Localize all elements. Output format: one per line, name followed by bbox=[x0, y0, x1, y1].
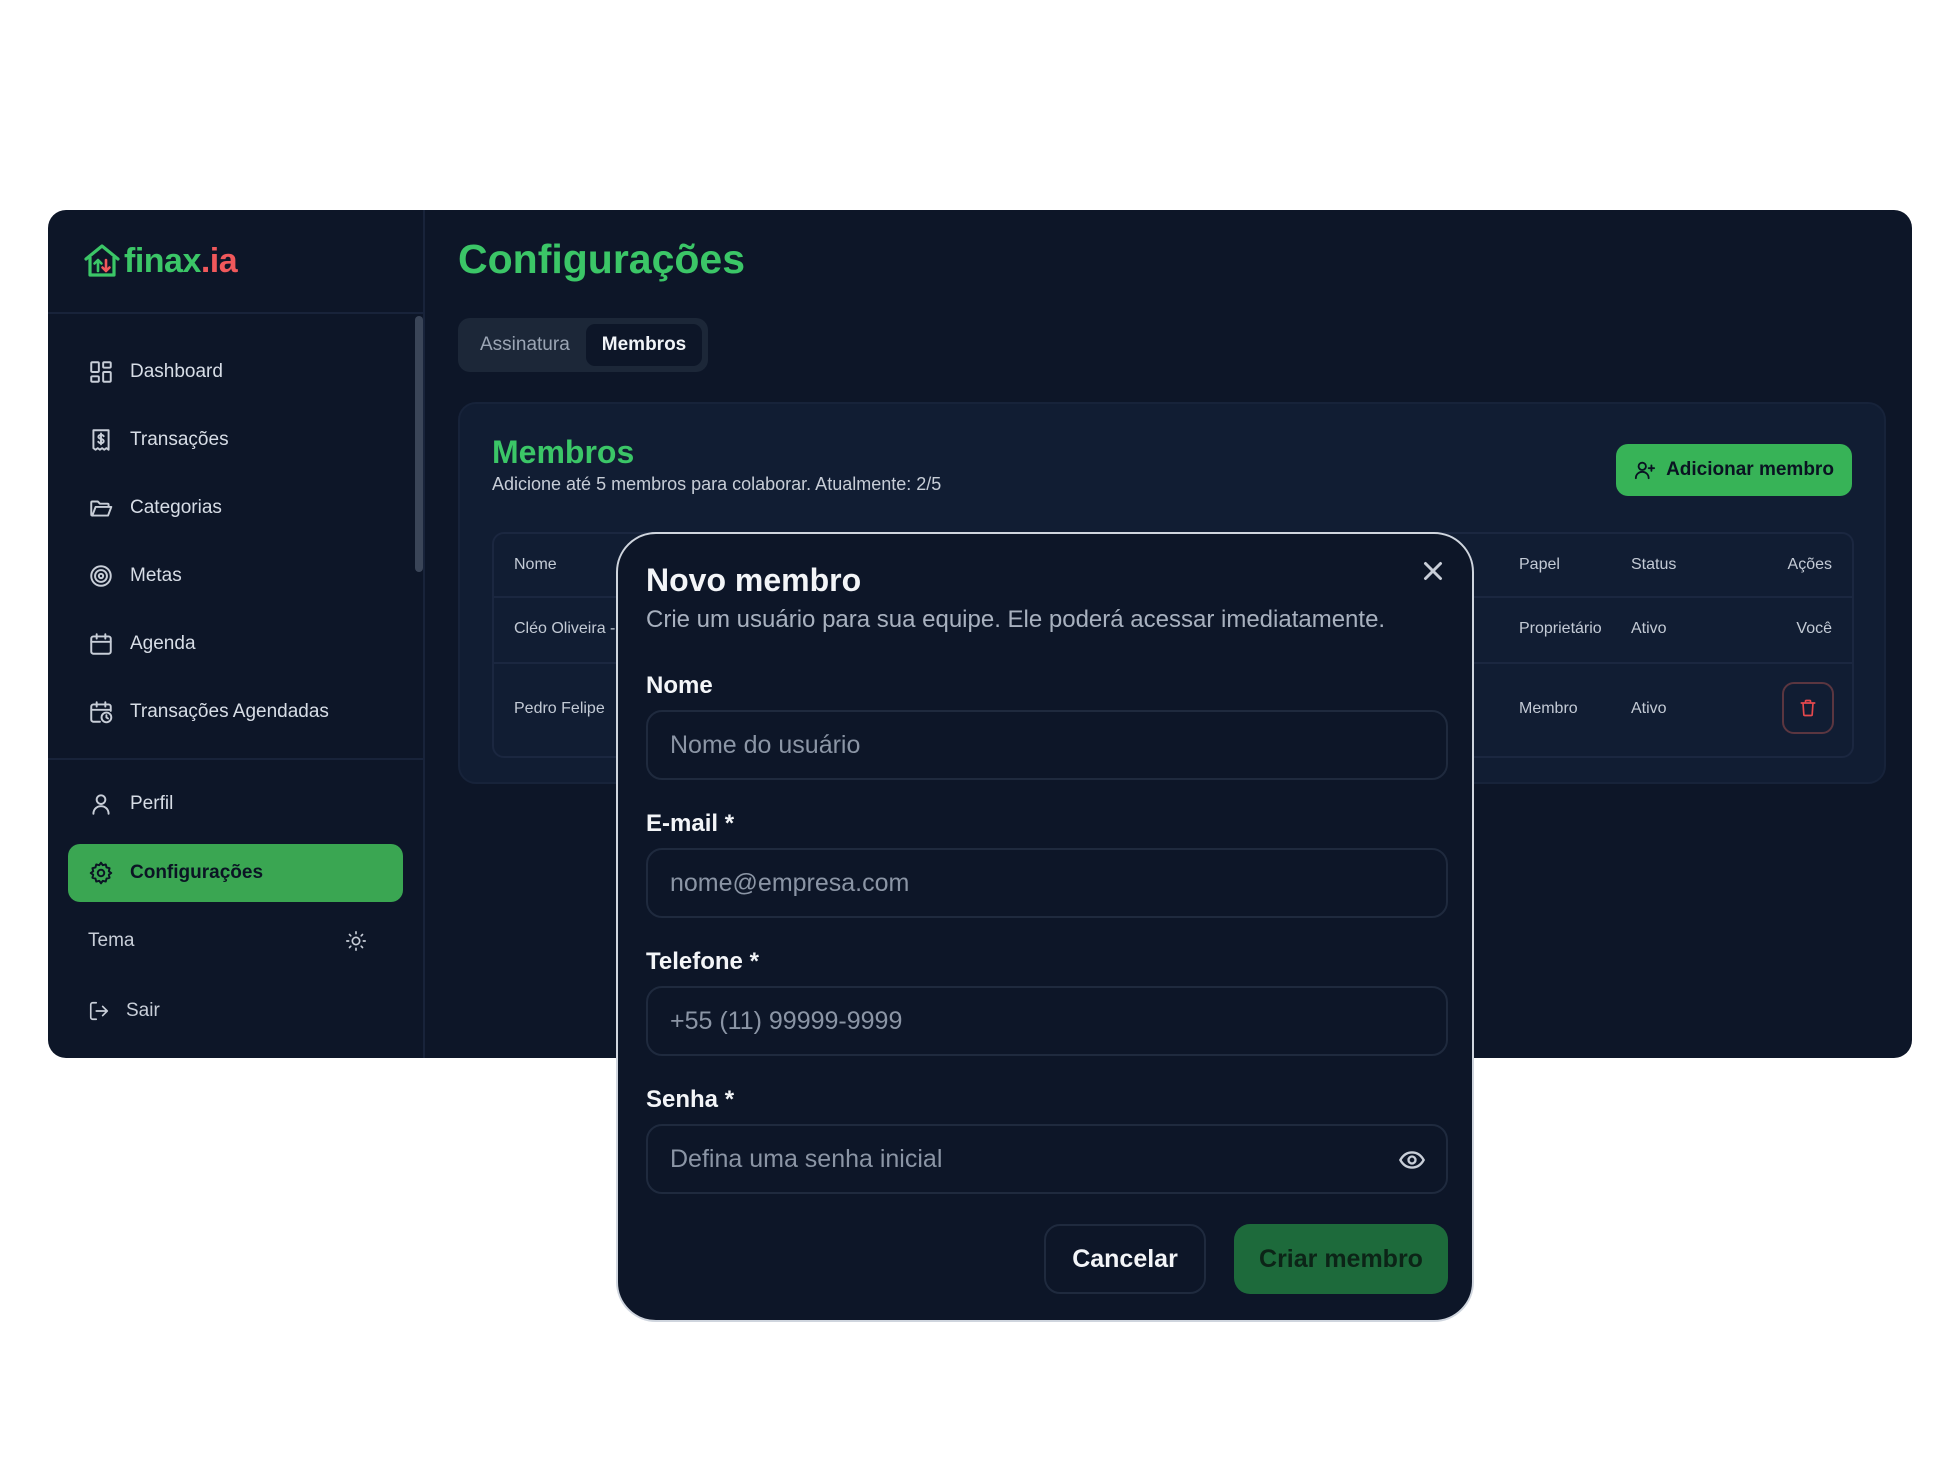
sidebar-item-label: Transações Agendadas bbox=[130, 701, 329, 722]
calendar-icon bbox=[90, 633, 112, 655]
dollar-receipt-icon bbox=[92, 429, 110, 451]
member-name: Pedro Felipe bbox=[514, 700, 605, 717]
name-field-label: Nome bbox=[646, 672, 713, 699]
column-header-status: Status bbox=[1631, 556, 1677, 573]
trash-icon bbox=[1800, 699, 1816, 717]
phone-input-placeholder: +55 (11) 99999-9999 bbox=[670, 1006, 903, 1035]
create-member-button[interactable]: Criar membro bbox=[1234, 1224, 1448, 1294]
logout-label: Sair bbox=[126, 1000, 160, 1021]
close-icon[interactable] bbox=[1418, 556, 1448, 586]
target-icon bbox=[90, 565, 112, 587]
tab-assinatura[interactable]: Assinatura bbox=[464, 324, 586, 366]
folder-icon bbox=[90, 500, 113, 517]
eye-icon[interactable] bbox=[1398, 1146, 1426, 1174]
add-member-button[interactable]: Adicionar membro bbox=[1616, 444, 1852, 496]
user-icon bbox=[92, 794, 110, 815]
sidebar-item-label: Configurações bbox=[130, 862, 264, 883]
settings-tabs: Assinatura Membros bbox=[458, 318, 709, 372]
brand-name: finax.ia bbox=[124, 241, 238, 281]
password-field-label: Senha * bbox=[646, 1086, 735, 1113]
brand-logo[interactable]: finax.ia bbox=[48, 210, 423, 314]
sidebar-item-agenda[interactable]: Agenda bbox=[48, 610, 423, 678]
theme-row: Tema bbox=[48, 906, 423, 976]
logout-icon bbox=[89, 1001, 109, 1021]
member-status: Ativo bbox=[1631, 620, 1667, 637]
sidebar-item-label: Categorias bbox=[130, 497, 222, 518]
column-header-actions: Ações bbox=[1787, 556, 1832, 573]
sidebar-item-perfil[interactable]: Perfil bbox=[48, 770, 423, 838]
member-name: Cléo Oliveira - bbox=[514, 620, 616, 637]
member-role: Proprietário bbox=[1519, 620, 1602, 637]
calendar-clock-icon bbox=[90, 701, 113, 724]
sidebar-item-configuracoes[interactable]: Configurações bbox=[68, 844, 403, 902]
sidebar-item-transacoes[interactable]: Transações bbox=[48, 406, 423, 474]
sidebar-divider bbox=[48, 758, 423, 760]
add-member-label: Adicionar membro bbox=[1666, 459, 1834, 480]
sidebar-nav: Dashboard Transações Categorias Metas Ag… bbox=[48, 314, 423, 1046]
password-input[interactable]: Defina uma senha inicial bbox=[646, 1124, 1448, 1194]
members-subtitle: Adicione até 5 membros para colaborar. A… bbox=[492, 474, 942, 494]
delete-member-button[interactable] bbox=[1782, 682, 1834, 734]
sidebar-item-label: Agenda bbox=[130, 633, 196, 654]
sidebar-scrollbar[interactable] bbox=[415, 316, 423, 572]
sidebar-item-label: Metas bbox=[130, 565, 182, 586]
sidebar-item-dashboard[interactable]: Dashboard bbox=[48, 338, 423, 406]
user-plus-icon bbox=[1634, 461, 1656, 480]
name-input[interactable]: Nome do usuário bbox=[646, 710, 1448, 780]
new-member-dialog: Novo membro Crie um usuário para sua equ… bbox=[616, 532, 1474, 1322]
sidebar-item-categorias[interactable]: Categorias bbox=[48, 474, 423, 542]
sidebar-item-label: Dashboard bbox=[130, 361, 223, 382]
email-input-placeholder: nome@empresa.com bbox=[670, 868, 910, 897]
phone-input[interactable]: +55 (11) 99999-9999 bbox=[646, 986, 1448, 1056]
dialog-subtitle: Crie um usuário para sua equipe. Ele pod… bbox=[646, 606, 1386, 633]
sidebar-item-metas[interactable]: Metas bbox=[48, 542, 423, 610]
gear-icon bbox=[89, 861, 113, 885]
email-input[interactable]: nome@empresa.com bbox=[646, 848, 1448, 918]
member-role: Membro bbox=[1519, 700, 1578, 717]
brand-name-primary: finax bbox=[124, 241, 201, 280]
dashboard-icon bbox=[90, 361, 112, 383]
column-header-role: Papel bbox=[1519, 556, 1560, 573]
sidebar-item-transacoes-agendadas[interactable]: Transações Agendadas bbox=[48, 678, 423, 746]
close-x-glyph bbox=[1424, 562, 1442, 580]
password-input-placeholder: Defina uma senha inicial bbox=[670, 1144, 943, 1173]
brand-name-accent: .ia bbox=[200, 241, 238, 280]
logout-button[interactable]: Sair bbox=[48, 976, 423, 1046]
member-status: Ativo bbox=[1631, 700, 1667, 717]
email-field-label: E-mail * bbox=[646, 810, 735, 837]
members-title: Membros bbox=[492, 434, 635, 470]
cancel-button[interactable]: Cancelar bbox=[1044, 1224, 1206, 1294]
dialog-title: Novo membro bbox=[646, 562, 862, 598]
page-title: Configurações bbox=[458, 236, 746, 282]
name-input-placeholder: Nome do usuário bbox=[670, 730, 861, 759]
column-header-name: Nome bbox=[514, 556, 557, 573]
member-action-you: Você bbox=[1796, 620, 1832, 637]
eye-glyph bbox=[1398, 1151, 1426, 1169]
sidebar: finax.ia Dashboard Transações Categorias… bbox=[48, 210, 425, 1058]
sidebar-item-label: Perfil bbox=[130, 793, 174, 814]
phone-field-label: Telefone * bbox=[646, 948, 759, 975]
house-arrows-icon bbox=[84, 244, 120, 277]
sun-icon[interactable] bbox=[345, 930, 367, 952]
sidebar-item-label: Transações bbox=[130, 429, 229, 450]
tab-membros[interactable]: Membros bbox=[585, 324, 703, 366]
theme-label: Tema bbox=[88, 930, 135, 951]
